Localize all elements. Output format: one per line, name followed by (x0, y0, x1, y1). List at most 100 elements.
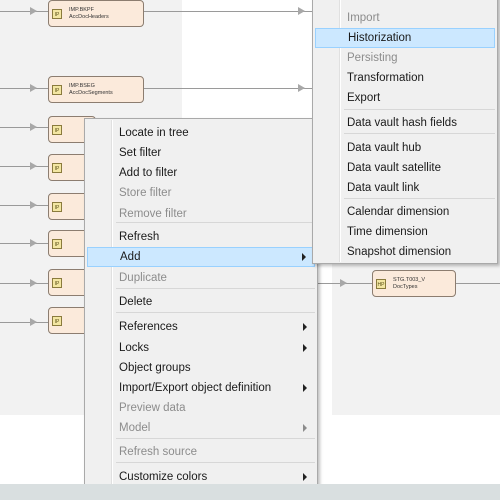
connector-arrow-icon (340, 279, 347, 287)
submenu-item-transformation[interactable]: Transformation (315, 68, 495, 88)
menu-item-label: Time dimension (347, 226, 428, 238)
menu-item-label: Calendar dimension (347, 206, 450, 218)
diagram-node[interactable]: IP IMP.BSEG AccDocSegments (48, 76, 144, 103)
connector-arrow-icon (30, 7, 37, 15)
submenu-item-data-vault-link[interactable]: Data vault link (315, 178, 495, 198)
package-icon: HP (376, 278, 386, 289)
submenu-item-data-vault-satellite[interactable]: Data vault satellite (315, 158, 495, 178)
submenu-item-snapshot-dimension[interactable]: Snapshot dimension (315, 242, 495, 262)
submenu-item-data-vault-hash-fields[interactable]: Data vault hash fields (315, 113, 495, 133)
connector-line (0, 11, 48, 12)
menu-item-label: Refresh (119, 231, 160, 243)
menu-item-label: Data vault link (347, 182, 420, 194)
node-description: AccDocSegments (69, 90, 113, 96)
submenu-item-data-source[interactable]: Data source (315, 0, 495, 7)
menu-separator (116, 288, 315, 289)
menu-separator (116, 312, 315, 313)
connector-line (0, 88, 48, 89)
menu-item-label: Remove filter (119, 208, 187, 220)
menu-item-label: Data vault satellite (347, 162, 441, 174)
connector-line (0, 205, 48, 206)
menu-item-label: Export (347, 92, 381, 104)
menu-separator (116, 438, 315, 439)
connector-arrow-icon (30, 318, 37, 326)
menu-item-delete[interactable]: Delete (87, 292, 315, 312)
menu-item-label: Store filter (119, 187, 172, 199)
submenu-item-import[interactable]: Import (315, 8, 495, 28)
menu-separator (344, 198, 495, 199)
chevron-right-icon (303, 424, 307, 432)
node-name: IMP.BKPF (69, 7, 94, 13)
connector-line (144, 88, 312, 89)
menu-item-label: Data source (347, 0, 409, 7)
menu-item-add-to-filter[interactable]: Add to filter (87, 163, 315, 183)
menu-item-label: Data vault hub (347, 142, 422, 154)
menu-item-label: Add to filter (119, 167, 178, 179)
menu-item-label: Set filter (119, 147, 162, 159)
connector-line (144, 11, 312, 12)
package-icon: IP (52, 8, 62, 19)
menu-separator (344, 109, 495, 110)
submenu-item-calendar-dimension[interactable]: Calendar dimension (315, 202, 495, 222)
menu-item-label: Locate in tree (119, 127, 189, 139)
menu-item-object-groups[interactable]: Object groups (87, 358, 315, 378)
menu-item-add[interactable]: Add (87, 247, 315, 267)
menu-item-label: Transformation (347, 72, 424, 84)
diagram-node[interactable]: IP IMP.BKPF AccDocHeaders (48, 0, 144, 27)
menu-item-label: References (119, 321, 178, 333)
menu-item-label: Locks (119, 342, 150, 354)
connector-arrow-icon (30, 162, 37, 170)
menu-item-import-export[interactable]: Import/Export object definition (87, 378, 315, 398)
menu-item-preview-data[interactable]: Preview data (87, 398, 315, 418)
connector-line (0, 283, 48, 284)
connector-arrow-icon (30, 239, 37, 247)
menu-separator (116, 462, 315, 463)
menu-item-store-filter[interactable]: Store filter (87, 183, 315, 203)
menu-item-locate-in-tree[interactable]: Locate in tree (87, 123, 315, 143)
submenu-item-time-dimension[interactable]: Time dimension (315, 222, 495, 242)
menu-item-label: Model (119, 422, 151, 434)
chevron-right-icon (302, 253, 306, 261)
menu-item-remove-filter[interactable]: Remove filter (87, 204, 315, 224)
menu-item-label: Refresh source (119, 446, 197, 458)
connector-arrow-icon (30, 123, 37, 131)
submenu-item-persisting[interactable]: Persisting (315, 48, 495, 68)
menu-item-locks[interactable]: Locks (87, 338, 315, 358)
connector-arrow-icon (30, 279, 37, 287)
node-description: DocTypes (393, 284, 418, 290)
package-icon: IP (52, 201, 62, 212)
menu-item-refresh-source[interactable]: Refresh source (87, 442, 315, 462)
submenu-item-export[interactable]: Export (315, 88, 495, 108)
context-menu: Locate in tree Set filter Add to filter Sto… (84, 118, 318, 490)
menu-item-label: Data vault hash fields (347, 117, 457, 129)
submenu-item-historization[interactable]: Historization (315, 28, 495, 48)
menu-item-references[interactable]: References (87, 317, 315, 337)
menu-item-label: Historization (348, 32, 412, 44)
connector-arrow-icon (298, 7, 305, 15)
connector-line (0, 322, 48, 323)
menu-item-model[interactable]: Model (87, 418, 315, 438)
connector-arrow-icon (30, 84, 37, 92)
menu-item-label: Snapshot dimension (347, 246, 452, 258)
node-description: AccDocHeaders (69, 14, 109, 20)
menu-item-set-filter[interactable]: Set filter (87, 143, 315, 163)
connector-line (0, 243, 48, 244)
connector-line (456, 283, 500, 284)
connector-line (0, 127, 48, 128)
chevron-right-icon (303, 384, 307, 392)
package-icon: IP (52, 315, 62, 326)
submenu-item-data-vault-hub[interactable]: Data vault hub (315, 138, 495, 158)
chevron-right-icon (303, 323, 307, 331)
node-name: STG.T003_V (393, 277, 426, 283)
node-name: IMP.BSEG (69, 83, 95, 89)
menu-item-duplicate[interactable]: Duplicate (87, 268, 315, 288)
diagram-node[interactable]: HP STG.T003_V DocTypes (372, 270, 456, 297)
package-icon: IP (52, 277, 62, 288)
menu-separator (116, 222, 315, 223)
menu-item-label: Persisting (347, 52, 398, 64)
package-icon: IP (52, 84, 62, 95)
connector-line (0, 166, 48, 167)
package-icon: IP (52, 124, 62, 135)
package-icon: IP (52, 238, 62, 249)
menu-item-refresh[interactable]: Refresh (87, 227, 315, 247)
